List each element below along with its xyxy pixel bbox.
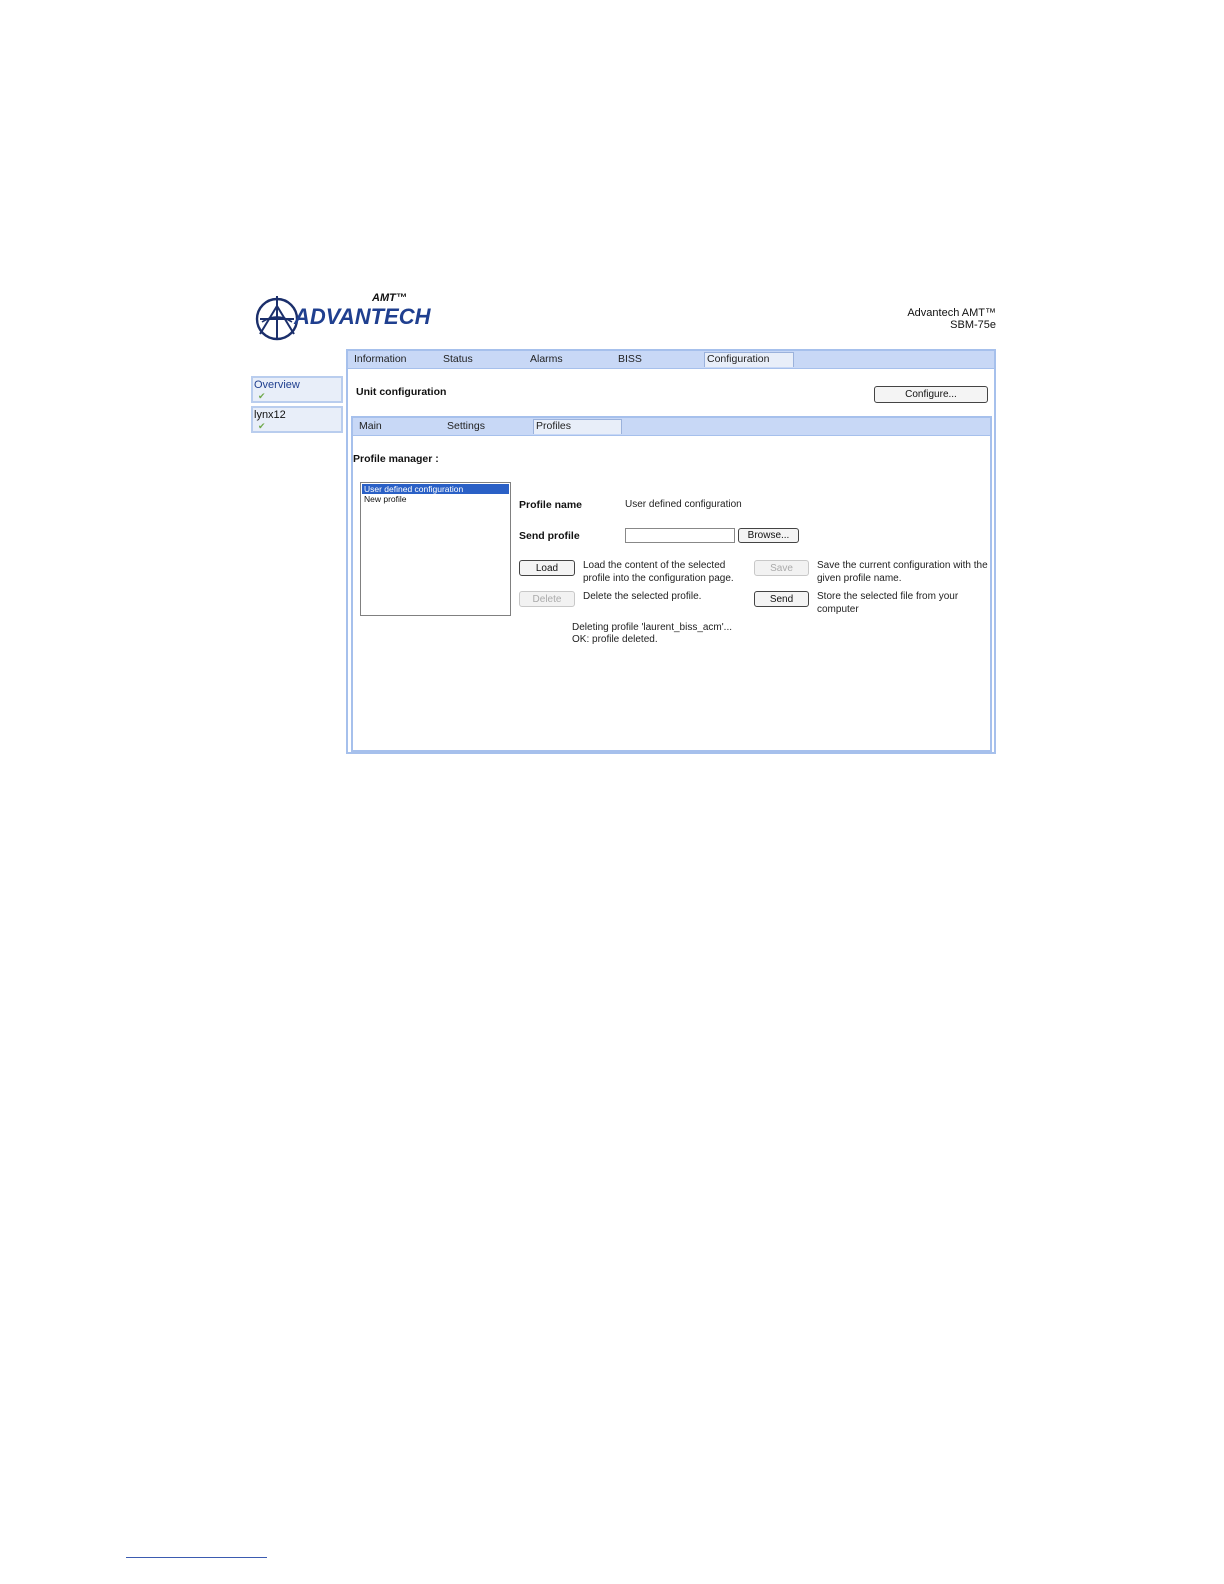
product-line-2: SBM-75e xyxy=(950,319,996,331)
product-info: Advantech AMT™ SBM-75e xyxy=(907,307,996,331)
tab-alarms[interactable]: Alarms xyxy=(530,353,563,368)
list-item[interactable]: User defined configuration xyxy=(362,484,509,494)
tab-biss[interactable]: BISS xyxy=(618,353,642,368)
send-profile-label: Send profile xyxy=(519,530,580,542)
logo-wordmark: ADVANTECH xyxy=(294,304,431,329)
send-description-1: Store the selected file from your xyxy=(817,591,959,602)
load-description-1: Load the content of the selected xyxy=(583,560,726,571)
product-line-1: Advantech AMT™ xyxy=(907,307,996,319)
save-button[interactable]: Save xyxy=(754,560,809,576)
send-button[interactable]: Send xyxy=(754,591,809,607)
profile-list[interactable]: User defined configuration New profile xyxy=(360,482,511,616)
subtab-profiles[interactable]: Profiles xyxy=(533,419,622,434)
send-description-2: computer xyxy=(817,604,859,615)
main-tabbar: Information Status Alarms BISS Configura… xyxy=(348,351,994,369)
load-description-2: profile into the configuration page. xyxy=(583,573,734,584)
browse-button[interactable]: Browse... xyxy=(738,528,799,543)
check-icon: ✔ xyxy=(258,421,266,431)
sub-tabbar: Main Settings Profiles xyxy=(353,418,990,436)
list-item[interactable]: New profile xyxy=(362,494,509,504)
load-button[interactable]: Load xyxy=(519,560,575,576)
status-message-2: OK: profile deleted. xyxy=(572,634,658,645)
sidebar-item-label: Overview xyxy=(254,379,300,391)
unit-configuration-title: Unit configuration xyxy=(356,386,447,398)
sidebar-item-overview[interactable]: Overview ✔ xyxy=(251,376,343,403)
save-description-1: Save the current configuration with the xyxy=(817,560,988,571)
main-panel: Information Status Alarms BISS Configura… xyxy=(346,349,996,754)
sidebar-item-lynx12[interactable]: lynx12 ✔ xyxy=(251,406,343,433)
check-icon: ✔ xyxy=(258,391,266,401)
subtab-settings[interactable]: Settings xyxy=(447,420,485,435)
save-description-2: given profile name. xyxy=(817,573,902,584)
profile-name-label: Profile name xyxy=(519,499,583,511)
tab-information[interactable]: Information xyxy=(354,353,407,368)
tab-status[interactable]: Status xyxy=(443,353,473,368)
advantech-logo: ADVANTECH AMT™ xyxy=(254,290,430,344)
tab-configuration[interactable]: Configuration xyxy=(704,352,794,367)
footnote-divider xyxy=(126,1557,267,1558)
status-message-1: Deleting profile 'laurent_biss_acm'... xyxy=(572,622,733,633)
sidebar-item-label: lynx12 xyxy=(254,409,286,421)
logo-superscript: AMT™ xyxy=(372,292,407,304)
profiles-panel: Main Settings Profiles Profile manager :… xyxy=(351,416,992,752)
configure-button[interactable]: Configure... xyxy=(874,386,988,403)
send-profile-file-input[interactable] xyxy=(625,528,735,543)
subtab-main[interactable]: Main xyxy=(359,420,382,435)
profile-manager-title: Profile manager : xyxy=(353,453,439,465)
profile-name-value: User defined configuration xyxy=(625,499,742,510)
delete-button[interactable]: Delete xyxy=(519,591,575,607)
delete-description: Delete the selected profile. xyxy=(583,591,702,602)
